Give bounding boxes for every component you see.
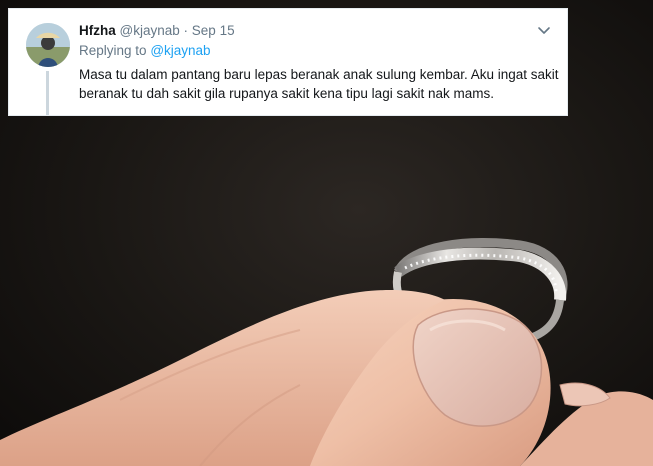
tweet-header: Hfzha @kjaynab · Sep 15 bbox=[79, 23, 235, 38]
separator-dot: · bbox=[183, 23, 189, 38]
tweet-text: Masa tu dalam pantang baru lepas beranak… bbox=[79, 67, 559, 101]
tweet-card[interactable]: Hfzha @kjaynab · Sep 15 Replying to @kja… bbox=[8, 8, 568, 116]
tweet-date[interactable]: Sep 15 bbox=[192, 23, 235, 38]
replying-to: Replying to @kjaynab bbox=[79, 43, 211, 58]
avatar[interactable] bbox=[26, 23, 70, 67]
display-name[interactable]: Hfzha bbox=[79, 23, 116, 38]
thread-line bbox=[46, 71, 49, 115]
chevron-down-icon[interactable] bbox=[537, 23, 551, 37]
replying-to-mention[interactable]: @kjaynab bbox=[150, 43, 210, 58]
replying-prefix: Replying to bbox=[79, 43, 147, 58]
screenshot-stage: Hfzha @kjaynab · Sep 15 Replying to @kja… bbox=[0, 0, 653, 466]
user-handle[interactable]: @kjaynab bbox=[120, 23, 180, 38]
